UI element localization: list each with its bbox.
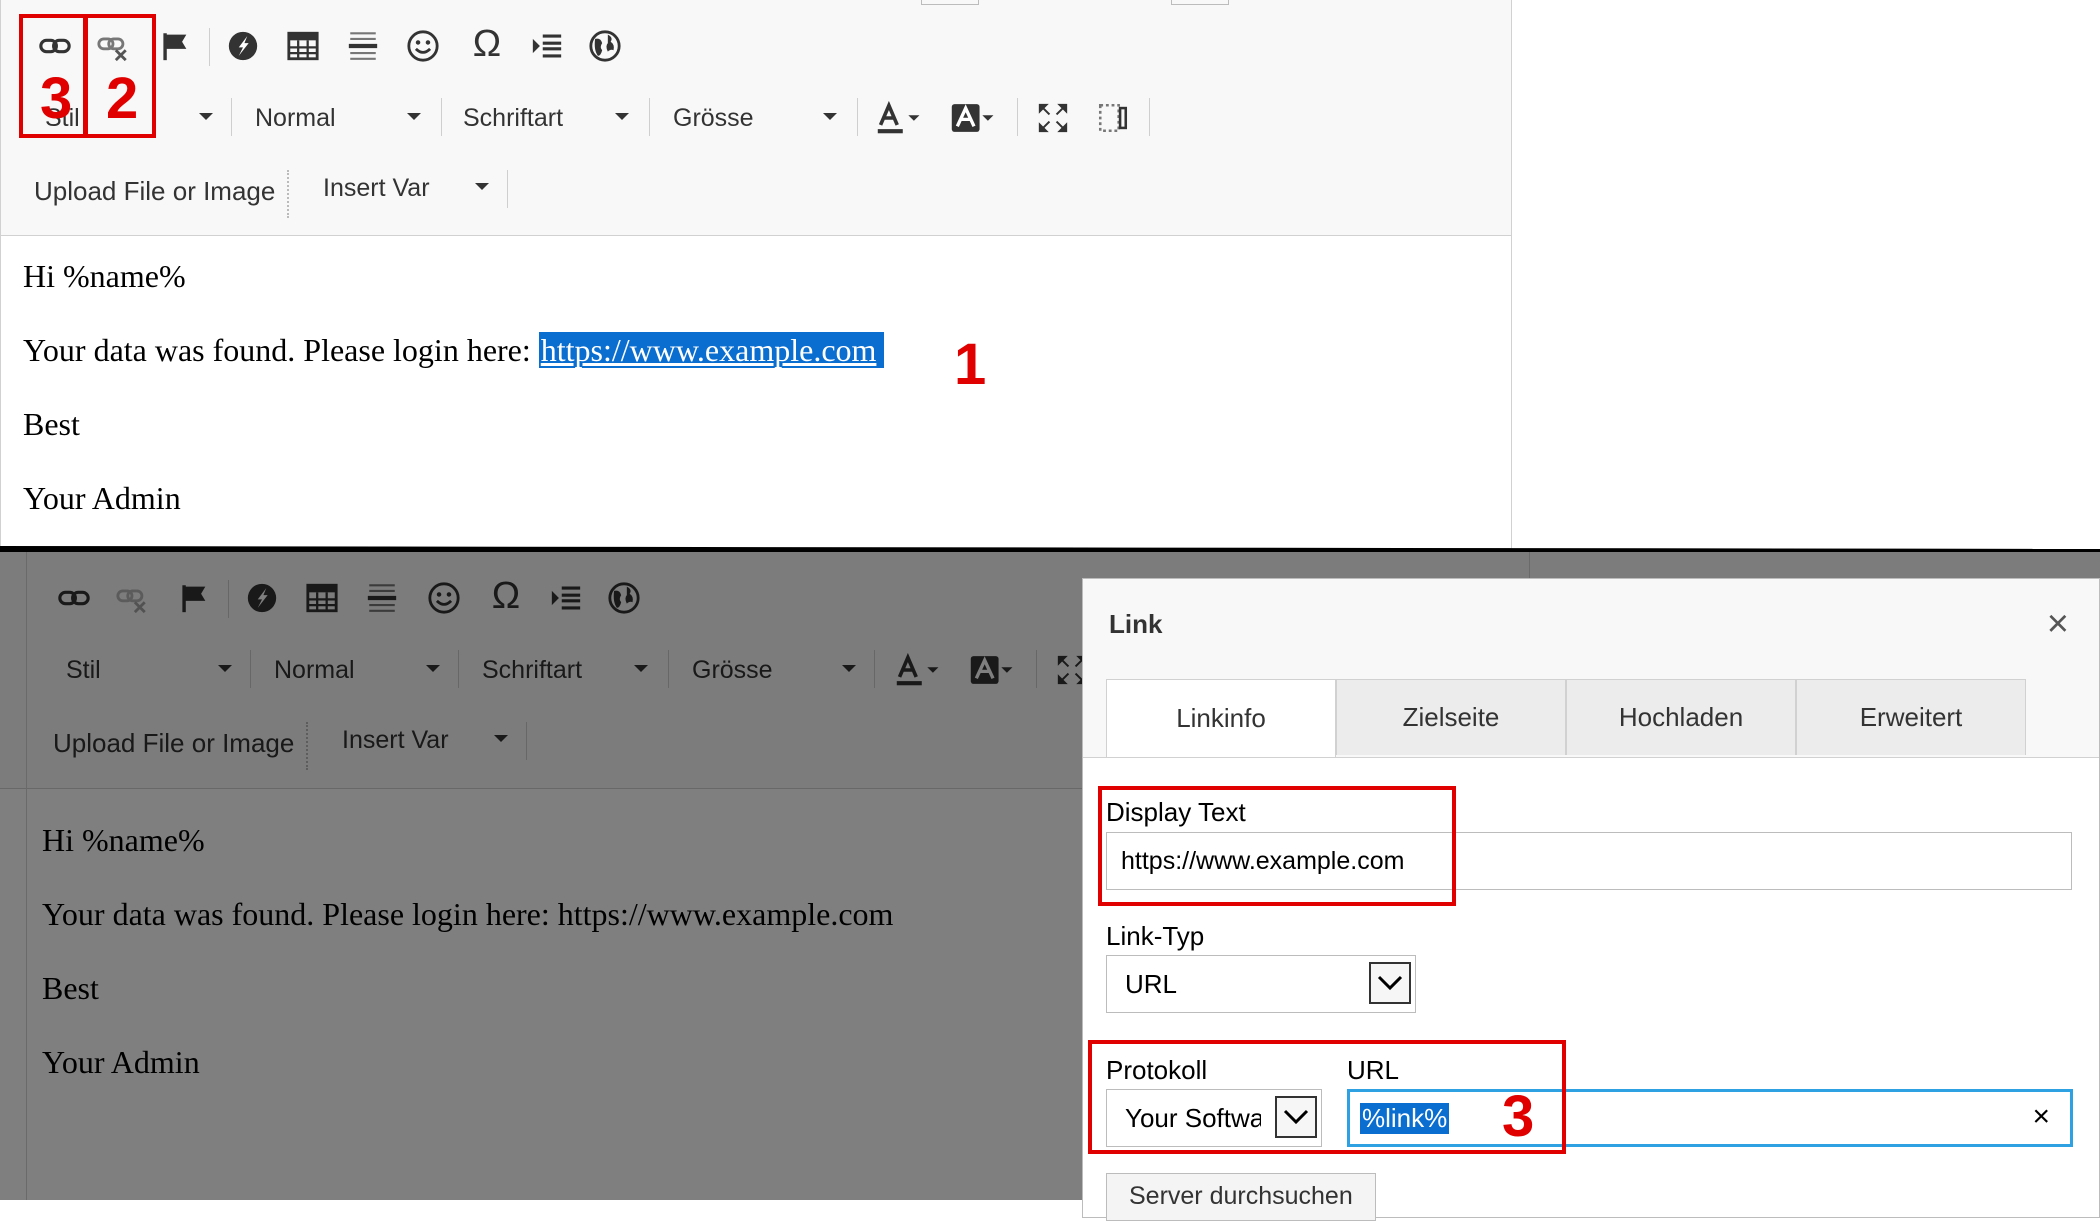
upload-button[interactable]: Upload File or Image — [34, 176, 275, 207]
link-type-label: Link-Typ — [1106, 921, 1205, 951]
toolbar-separator — [441, 98, 442, 136]
chevron-down-icon — [615, 113, 629, 120]
toolbar-separator — [507, 170, 508, 208]
browse-server-button[interactable]: Server durchsuchen — [1106, 1173, 1376, 1221]
login-line: Your data was found. Please login here: … — [23, 332, 885, 368]
maximize-icon[interactable] — [1033, 98, 1073, 138]
cut-off-field — [921, 0, 979, 5]
editor-content[interactable]: Hi %name% Your data was found. Please lo… — [23, 258, 885, 554]
smiley-icon[interactable] — [403, 26, 443, 66]
horizontal-line-icon[interactable] — [343, 26, 383, 66]
toolbar-separator — [209, 28, 210, 66]
toolbar-separator — [287, 170, 289, 218]
annotation-number-1: 1 — [954, 332, 987, 397]
annotation-box-3 — [1088, 1040, 1566, 1154]
greeting-line: Hi %name% — [23, 258, 186, 294]
dialog-title: Link — [1109, 609, 1163, 639]
annotation-number-3: 3 — [1502, 1084, 1535, 1149]
tab-linkinfo[interactable]: Linkinfo — [1106, 679, 1336, 757]
globe-icon[interactable] — [585, 26, 625, 66]
editor-toolbar: Ω Stil Normal Schriftart Grösse — [1, 0, 1511, 236]
chevron-down-icon — [823, 113, 837, 120]
annotation-number-3: 3 — [40, 66, 73, 131]
format-combo[interactable]: Normal — [255, 96, 421, 140]
size-combo[interactable]: Grösse — [673, 96, 837, 140]
top-editor: Ω Stil Normal Schriftart Grösse Upload F… — [0, 0, 1512, 549]
annotation-number-2: 2 — [106, 66, 139, 131]
chevron-down-icon — [1369, 962, 1411, 1004]
closing-line: Best — [23, 406, 80, 442]
toolbar-separator — [857, 98, 858, 136]
insert-var-combo[interactable]: Insert Var — [323, 166, 489, 210]
toolbar-separator — [231, 98, 232, 136]
tab-hochladen[interactable]: Hochladen — [1566, 679, 1796, 755]
toolbar-separator — [649, 98, 650, 136]
chevron-down-icon — [475, 183, 489, 190]
toolbar-separator — [1149, 98, 1150, 136]
link-type-select[interactable]: URL — [1106, 955, 1416, 1013]
clear-icon[interactable]: × — [2032, 1100, 2050, 1134]
tab-zielseite[interactable]: Zielseite — [1336, 679, 1566, 755]
chevron-down-icon — [407, 113, 421, 120]
signature-line: Your Admin — [23, 480, 181, 516]
flash-icon[interactable] — [223, 26, 263, 66]
close-icon[interactable]: × — [2047, 605, 2069, 643]
text-color-icon[interactable] — [873, 98, 927, 138]
annotation-box-display-text — [1098, 786, 1456, 906]
cut-off-field — [1171, 0, 1229, 5]
tab-erweitert[interactable]: Erweitert — [1796, 679, 2026, 755]
table-icon[interactable] — [283, 26, 323, 66]
chevron-down-icon — [199, 113, 213, 120]
toolbar-separator — [1017, 98, 1018, 136]
page-break-icon[interactable] — [527, 26, 567, 66]
omega-icon[interactable]: Ω — [467, 23, 507, 65]
bg-color-icon[interactable] — [947, 98, 1001, 138]
dialog-header: Link × — [1083, 579, 2099, 662]
font-combo[interactable]: Schriftart — [463, 96, 629, 140]
show-blocks-icon[interactable] — [1093, 98, 1133, 138]
selected-link[interactable]: https://www.example.com — [538, 332, 885, 368]
anchor-flag-icon[interactable] — [155, 26, 195, 66]
